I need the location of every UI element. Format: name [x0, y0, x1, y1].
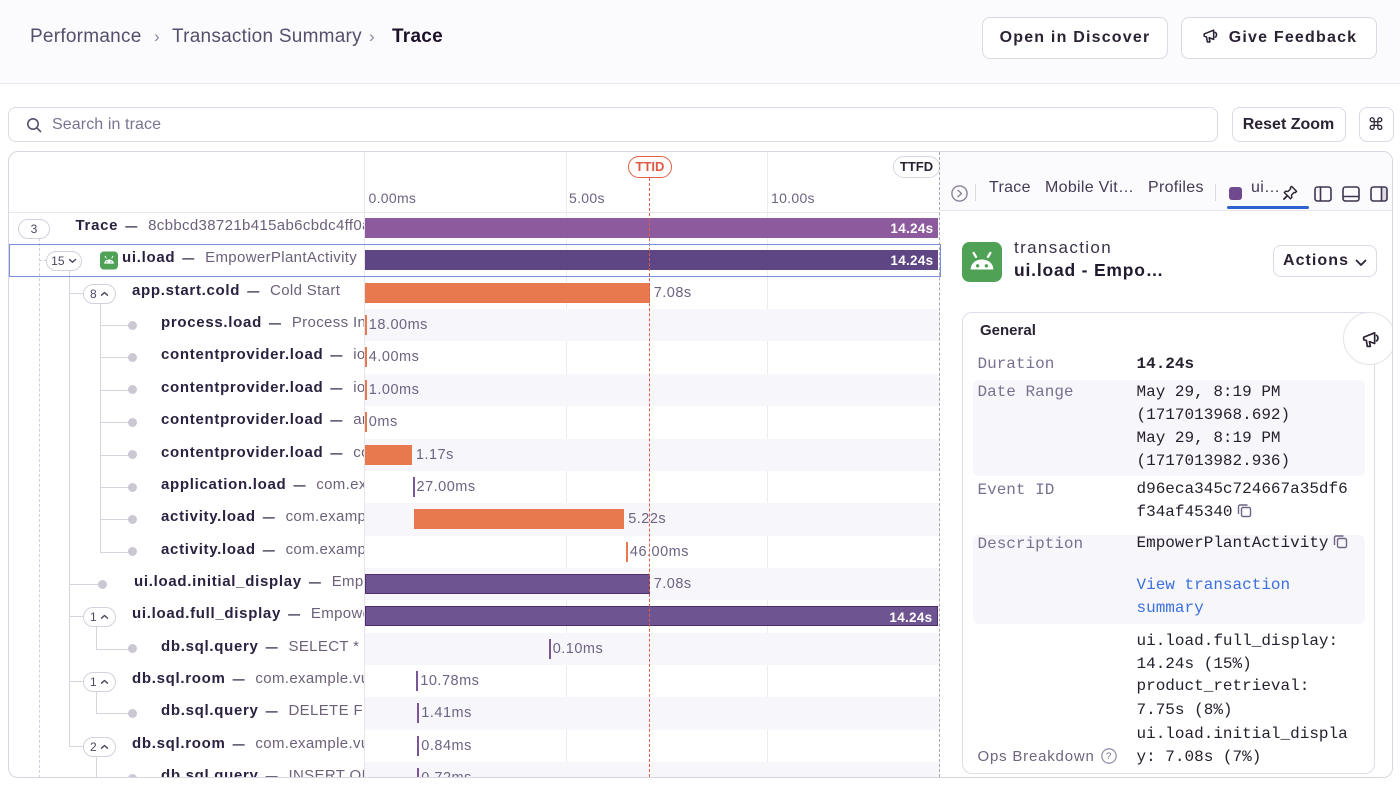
svg-text:?: ?	[1106, 751, 1112, 762]
